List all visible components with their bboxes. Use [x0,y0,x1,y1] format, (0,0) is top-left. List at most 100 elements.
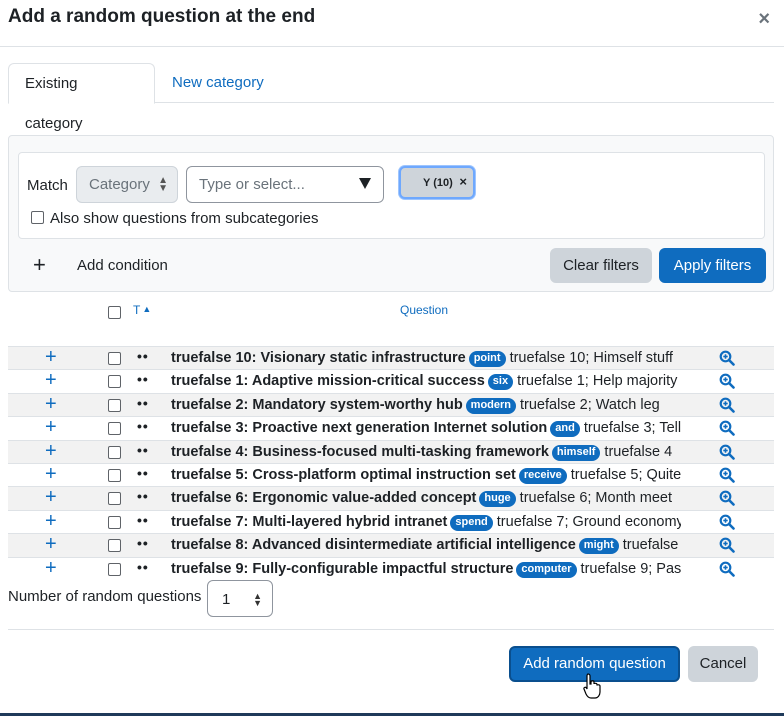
chip-remove-icon[interactable]: × [459,174,467,189]
add-question-plus-icon[interactable]: + [45,463,57,485]
subcategories-checkbox[interactable] [31,211,44,224]
question-name: truefalse 1: Adaptive mission-critical s… [171,373,485,390]
add-question-plus-icon[interactable]: + [45,533,57,555]
question-cell: truefalse 1: Adaptive mission-critical s… [171,373,681,391]
question-name: truefalse 7: Multi-layered hybrid intran… [171,513,448,530]
add-question-plus-icon[interactable]: + [45,393,57,415]
type-or-select-input[interactable]: Type or select... [186,166,384,203]
magnifier-preview-icon[interactable] [719,490,735,507]
question-cell: truefalse 10: Visionary static infrastru… [171,350,681,367]
apply-filters-button[interactable]: Apply filters [659,248,766,283]
question-name: truefalse 4: Business-focused multi-task… [171,443,549,460]
select-all-checkbox[interactable] [108,306,121,319]
question-cell: truefalse 4: Business-focused multi-task… [171,444,681,461]
filter-panel: Match Category ▲ ▼ Type or select... Y (1… [8,135,774,292]
question-tag[interactable]: point [468,351,506,367]
tab-existing-category[interactable]: Existing category [8,63,155,132]
footer-divider [8,629,774,630]
question-text: truefalse 2; Watch leg [520,396,660,413]
add-question-plus-icon[interactable]: + [45,369,57,391]
add-question-plus-icon[interactable]: + [45,416,57,438]
magnifier-preview-icon[interactable] [719,537,735,553]
question-tag[interactable]: computer [516,561,577,578]
question-type-icon: •• [137,558,149,575]
column-type-label: T [133,303,141,317]
random-count-select[interactable]: 1 ▲ ▼ [207,580,273,617]
add-question-plus-icon[interactable]: + [45,557,57,579]
magnifier-preview-icon[interactable] [719,467,735,483]
table-row: + •• truefalse 8: Advanced disintermediate… [8,533,774,557]
magnifier-preview-icon[interactable] [719,350,735,366]
question-text: truefalse 8 [622,537,681,554]
tab-new-category[interactable]: New category [156,63,280,103]
table-row: + •• truefalse 2: Mandatory system-worthy … [8,392,774,417]
question-name: truefalse 9: Fully-configurable impactfu… [171,560,514,577]
caret-down-icon[interactable] [359,178,371,189]
magnifier-preview-icon[interactable] [719,397,735,413]
row-checkbox[interactable] [108,398,121,412]
question-type-icon: •• [137,371,149,388]
question-type-icon: •• [137,418,149,435]
column-type-sort[interactable]: T ▲ [133,303,151,317]
row-checkbox[interactable] [108,539,121,553]
hand-pointer-cursor-icon [583,673,601,699]
row-checkbox[interactable] [108,492,121,506]
magnifier-preview-icon[interactable] [719,444,735,460]
select-arrows-icon: ▲ ▼ [253,591,262,608]
question-name: truefalse 8: Advanced disintermediate ar… [171,537,576,554]
row-checkbox[interactable] [108,515,121,529]
question-text: truefalse 10; Himself stuff [509,350,673,366]
question-tag[interactable]: and [550,421,580,438]
question-name: truefalse 6: Ergonomic value-added conce… [171,490,477,507]
add-question-plus-icon[interactable]: + [45,486,57,508]
row-checkbox[interactable] [108,562,121,576]
clear-filters-button[interactable]: Clear filters [550,248,652,283]
category-select-value: Category [89,176,150,193]
table-row: + •• truefalse 4: Business-focused multi-t… [8,439,774,463]
question-text: truefalse 5; Quite [570,466,681,483]
question-tag[interactable]: might [578,538,619,555]
random-count-label: Number of random questions [8,588,202,605]
magnifier-preview-icon[interactable] [719,420,735,436]
question-name: truefalse 5: Cross-platform optimal inst… [171,466,516,483]
question-text: truefalse 4 [604,443,673,460]
add-question-plus-icon[interactable]: + [45,440,57,462]
question-text: truefalse 1; Help majority [517,373,678,390]
add-question-plus-icon[interactable]: + [45,510,57,532]
add-question-plus-icon[interactable]: + [45,346,57,368]
modal-title: Add a random question at the end [8,6,316,27]
column-question-sort[interactable]: Question [400,303,448,317]
question-list: + •• truefalse 10: Visionary static infras… [8,346,774,580]
table-header: T ▲ Question [0,300,784,340]
row-checkbox[interactable] [108,352,121,365]
question-tag[interactable]: himself [551,444,601,461]
category-select[interactable]: Category ▲ ▼ [76,166,178,203]
table-row: + •• truefalse 9: Fully-configurable impac… [8,556,774,580]
magnifier-preview-icon[interactable] [719,514,735,530]
magnifier-preview-icon[interactable] [719,561,735,577]
row-checkbox[interactable] [108,375,121,389]
question-name: truefalse 2: Mandatory system-worthy hub [171,396,463,413]
question-cell: truefalse 2: Mandatory system-worthy hub… [171,397,681,414]
subcategories-label: Also show questions from subcategories [50,210,319,227]
subcategories-option[interactable]: Also show questions from subcategories [31,210,318,227]
question-tag[interactable]: six [487,374,514,391]
question-type-icon: •• [137,464,149,481]
question-tag[interactable]: huge [479,491,516,508]
question-tag[interactable]: receive [518,467,567,484]
cancel-button[interactable]: Cancel [688,646,758,682]
row-checkbox[interactable] [108,468,121,482]
question-tag[interactable]: modern [465,397,517,414]
question-type-icon: •• [137,394,149,411]
row-checkbox[interactable] [108,445,121,459]
magnifier-preview-icon[interactable] [719,373,735,390]
question-cell: truefalse 5: Cross-platform optimal inst… [171,467,681,484]
table-row: + •• truefalse 5: Cross-platform optimal i… [8,462,774,486]
question-tag[interactable]: spend [450,514,493,531]
random-count-value: 1 [222,591,231,608]
row-checkbox[interactable] [108,422,121,436]
table-row: + •• truefalse 6: Ergonomic value-added co… [8,486,774,510]
close-icon[interactable]: × [758,8,770,31]
question-cell: truefalse 3: Proactive next generation I… [171,420,681,438]
category-filter-chip[interactable]: Y (10) × [399,166,475,199]
